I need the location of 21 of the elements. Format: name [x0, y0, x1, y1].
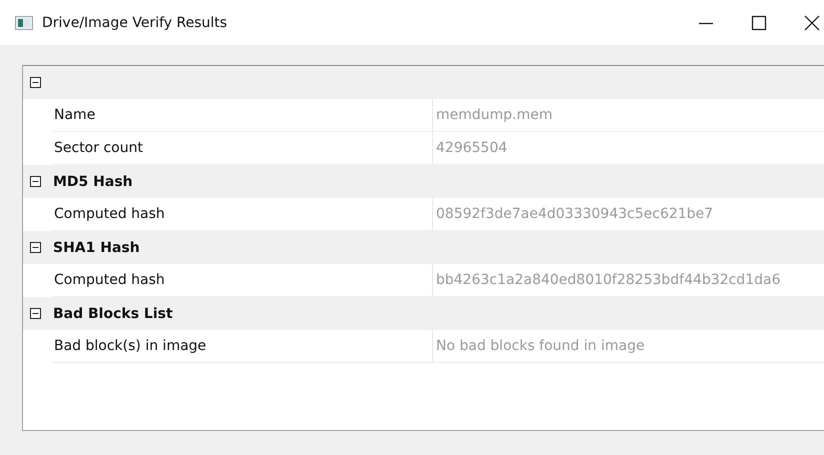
property-name[interactable]: Bad block(s) in image — [51, 330, 433, 362]
collapse-icon[interactable] — [30, 242, 41, 253]
window-title: Drive/Image Verify Results — [42, 14, 228, 30]
close-icon[interactable] — [804, 14, 820, 30]
category-label[interactable]: SHA1 Hash — [53, 240, 140, 256]
property-value: memdump.mem — [435, 106, 553, 125]
property-value: 08592f3de7ae4d03330943c5ec621be7 — [435, 205, 714, 224]
property-name[interactable]: Computed hash — [51, 264, 433, 296]
property-value: bb4263c1a2a840ed8010f28253bdf44b32cd1da6 — [435, 271, 780, 290]
collapse-icon[interactable] — [30, 308, 41, 319]
category-label[interactable]: Bad Blocks List — [53, 306, 173, 322]
property-name[interactable]: Name — [51, 99, 433, 131]
maximize-icon[interactable] — [751, 14, 767, 30]
collapse-icon[interactable] — [30, 77, 41, 88]
category-label[interactable]: MD5 Hash — [53, 174, 133, 190]
property-name[interactable]: Computed hash — [51, 198, 433, 230]
app-icon — [15, 16, 33, 30]
property-value: 42965504 — [435, 139, 508, 158]
property-name[interactable]: Sector count — [51, 132, 433, 164]
property-value: No bad blocks found in image — [435, 337, 645, 356]
collapse-icon[interactable] — [30, 176, 41, 187]
